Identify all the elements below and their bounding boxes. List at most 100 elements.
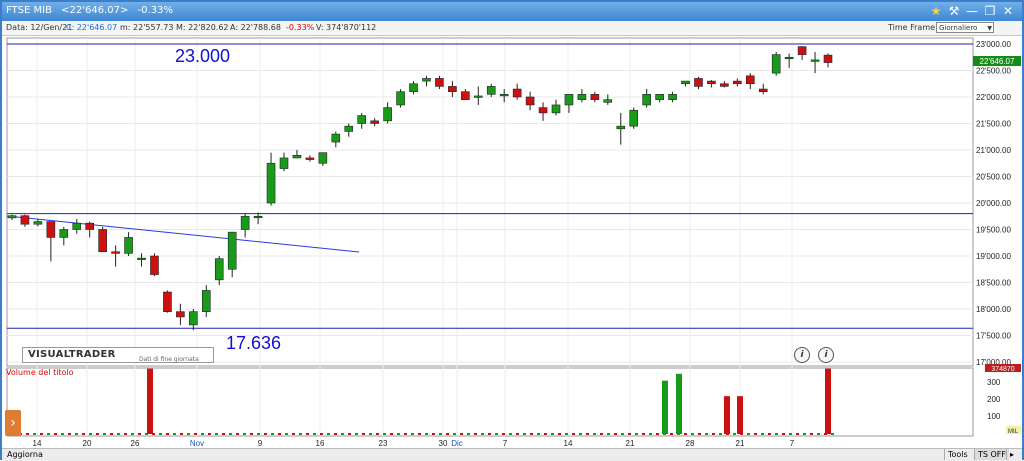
ts-off-button[interactable]: TS OFF [974,449,1010,460]
candle-body [383,107,392,122]
candle-body [473,95,483,98]
candle-body [59,229,69,238]
date-tick-label: Dic [451,439,463,448]
close-field: C: 22'646.07 [66,23,118,32]
volume-bar [825,368,831,434]
volume-bar [724,396,730,434]
candle-body [538,107,548,114]
bottom-toolbar: Aggiorna Tools TS OFF ▸ [2,448,1022,461]
candle-body [694,78,703,87]
candle-body [7,215,17,219]
date-tick-label: 9 [258,439,263,448]
candle-body [266,162,276,204]
candle-body [72,222,82,230]
candle-body [435,78,444,87]
candle-body [240,215,250,230]
date-tick-label: 7 [503,439,508,448]
candle-body [370,120,379,124]
visualtrader-logo: VISUALTRADER Dati di fine giornata [22,347,214,363]
price-axis: 23'000.00 22'500.00 22'000.00 21'500.00 21'0… [976,40,1011,421]
star-icon[interactable]: ★ [928,3,944,19]
volume-bar [676,373,682,434]
candle-body [409,83,418,92]
chevron-right-icon[interactable]: ▸ [1006,449,1017,460]
price-tick-label: 19'500.00 [976,226,1011,235]
candle-body [681,80,690,85]
candle-body [745,75,755,85]
low-field: m: 22'557.73 [120,23,174,32]
candle-body [655,94,664,100]
candle-body [448,86,457,93]
level-bottom-label: 17.636 [226,333,282,353]
candle-body [33,221,43,225]
volume-unit-label: MIL [1008,429,1019,435]
date-tick-label: 30 [439,439,448,448]
candle-body [150,255,159,275]
price-tick-label: 23'000.00 [976,40,1011,49]
level-top-label: 23.000 [175,46,231,66]
tools-icon[interactable]: ⚒ [946,3,962,19]
price-tick-label: 22'500.00 [976,67,1011,76]
candle-body [318,152,328,164]
price-tick-label: 17'500.00 [976,332,1011,341]
candle-body [137,257,146,260]
candle-body [771,54,781,74]
candle-body [823,54,833,63]
date-tick-label: 23 [379,439,388,448]
last-volume-label: 374870 [991,366,1014,373]
aggiorna-button[interactable]: Aggiorna [4,449,46,460]
info-icon[interactable]: i [794,347,810,363]
last-price-label: 22'646.07 [980,57,1015,66]
candle-body [214,258,224,281]
candle-body [486,86,496,95]
date-tick-label: 21 [626,439,635,448]
candle-body [46,221,56,238]
price-tick-label: 19'000.00 [976,252,1011,261]
candle-body [20,215,30,225]
price-tick-label: 21'000.00 [976,146,1011,155]
price-tick-label: 22'000.00 [976,93,1011,102]
candle-body [616,125,626,130]
candle-body [551,104,561,114]
app-window: FTSE MIB <22'646.07> -0.33% ★ ⚒ — ❐ ✕ Da… [0,0,1024,461]
chevron-down-icon: ▼ [987,25,992,32]
date-tick-label: 7 [790,439,795,448]
date-tick-label: 16 [316,439,325,448]
candle-body [305,157,315,160]
date-tick-label: Nov [190,439,204,448]
candle-body [603,99,613,103]
candle-body [564,94,574,106]
candle-body [590,94,600,100]
date-tick-label: 26 [131,439,140,448]
candle-body [512,88,522,98]
candle-body [525,96,535,106]
quote-info-bar: Data: 12/Gen/21 C: 22'646.07 m: 22'557.7… [2,21,1022,36]
candle-body [668,94,677,100]
date-tick-label: 14 [564,439,573,448]
candle-body [279,157,289,169]
volume-bar [737,396,743,434]
candle-body [629,109,639,127]
close-icon[interactable]: ✕ [1000,3,1016,19]
window-title: FTSE MIB <22'646.07> -0.33% [6,5,173,16]
candle-body [227,231,237,270]
volume-bar [662,380,668,434]
candle-body [758,88,768,92]
candle-body [396,91,405,106]
price-tick-label: 18'000.00 [976,305,1011,314]
info-icon-2[interactable]: i [818,347,834,363]
candle-body [163,291,172,312]
candle-body [357,115,367,124]
time-frame-select[interactable]: Giornaliero ▼ [936,22,994,33]
side-panel-toggle[interactable]: › [5,410,21,436]
price-chart[interactable]: 23'000.00 22'500.00 22'000.00 21'500.00 21'0… [2,36,1022,448]
date-tick-label: 28 [686,439,695,448]
restore-icon[interactable]: ❐ [982,3,998,19]
tools-button[interactable]: Tools [944,449,971,460]
minimize-icon[interactable]: — [964,3,980,19]
candle-body [797,46,807,55]
volume-bar [147,368,153,434]
volume-tick-label: 200 [987,395,1001,404]
high-field: M: 22'820.62 [176,23,229,32]
candle-body [344,125,354,132]
